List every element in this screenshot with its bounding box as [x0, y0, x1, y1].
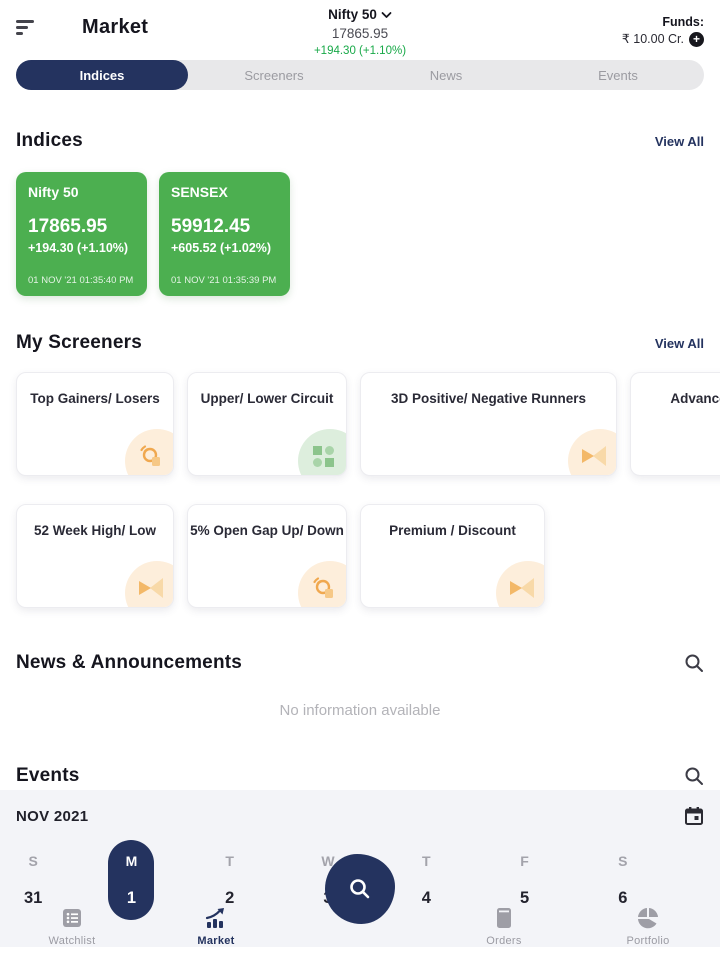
app-header: Market Nifty 50 17865.95 +194.30 (+1.10%… — [0, 0, 720, 58]
events-section-header: Events — [16, 765, 704, 787]
tab-indices[interactable]: Indices — [16, 60, 188, 90]
index-selector[interactable]: Nifty 50 — [328, 7, 392, 24]
index-card-sensex[interactable]: SENSEX 59912.45 +605.52 (+1.02%) 01 NOV … — [159, 172, 290, 296]
tab-news[interactable]: News — [360, 60, 532, 90]
orders-bag-icon — [493, 904, 515, 931]
index-value: 17865.95 — [0, 26, 720, 43]
index-selector-label: Nifty 50 — [328, 7, 377, 24]
indices-title: Indices — [16, 130, 83, 152]
calendar-icon[interactable] — [684, 806, 704, 826]
nav-watchlist[interactable]: Watchlist — [0, 904, 144, 947]
watchlist-list-icon — [60, 904, 84, 931]
nav-portfolio[interactable]: Portfolio — [576, 904, 720, 947]
screeners-title: My Screeners — [16, 332, 142, 354]
calendar-month-label: NOV 2021 — [16, 808, 88, 825]
nav-market[interactable]: Market — [144, 904, 288, 947]
screener-card-advance-decline[interactable]: Advance / D — [630, 372, 720, 476]
tab-events[interactable]: Events — [532, 60, 704, 90]
index-card-value: 17865.95 — [28, 216, 135, 238]
index-card-timestamp: 01 NOV '21 01:35:39 PM — [171, 275, 278, 286]
screener-card-upper-lower-circuit[interactable]: Upper/ Lower Circuit — [187, 372, 347, 476]
bottom-white-strip — [0, 947, 720, 960]
news-empty-message: No information available — [0, 702, 720, 719]
index-card-change: +605.52 (+1.02%) — [171, 241, 278, 255]
screener-card-open-gap[interactable]: 5% Open Gap Up/ Down — [187, 504, 347, 608]
screener-card-52-week[interactable]: 52 Week High/ Low — [16, 504, 174, 608]
index-card-value: 59912.45 — [171, 216, 278, 238]
screener-row-2: 52 Week High/ Low 5% Open Gap Up/ Down P… — [16, 504, 704, 608]
screener-card-label: Advance / D — [670, 391, 720, 475]
index-card-name: SENSEX — [171, 184, 278, 200]
search-fab[interactable] — [325, 854, 395, 924]
index-card-change: +194.30 (+1.10%) — [28, 241, 135, 255]
events-title: Events — [16, 765, 80, 787]
screener-row-1: Top Gainers/ Losers Upper/ Lower Circuit… — [16, 372, 704, 476]
index-card-nifty[interactable]: Nifty 50 17865.95 +194.30 (+1.10%) 01 NO… — [16, 172, 147, 296]
index-change: +194.30 (+1.10%) — [0, 44, 720, 58]
index-card-timestamp: 01 NOV '21 01:35:40 PM — [28, 275, 135, 286]
screeners-section-header: My Screeners View All — [16, 332, 704, 354]
screener-card-premium-discount[interactable]: Premium / Discount — [360, 504, 545, 608]
screener-card-top-gainers[interactable]: Top Gainers/ Losers — [16, 372, 174, 476]
indices-view-all-link[interactable]: View All — [655, 134, 704, 149]
search-icon[interactable] — [684, 653, 704, 673]
screener-card-label: 3D Positive/ Negative Runners — [391, 391, 586, 475]
news-section-header: News & Announcements — [16, 652, 704, 674]
search-icon[interactable] — [684, 766, 704, 786]
market-chart-icon — [203, 904, 229, 931]
portfolio-pie-icon — [636, 904, 660, 931]
tab-screeners[interactable]: Screeners — [188, 60, 360, 90]
screeners-view-all-link[interactable]: View All — [655, 336, 704, 351]
index-card-list: Nifty 50 17865.95 +194.30 (+1.10%) 01 NO… — [16, 172, 704, 296]
screener-card-3d-runners[interactable]: 3D Positive/ Negative Runners — [360, 372, 617, 476]
header-index-summary: Nifty 50 17865.95 +194.30 (+1.10%) — [0, 5, 720, 58]
index-card-name: Nifty 50 — [28, 184, 135, 200]
nav-orders[interactable]: Orders — [432, 904, 576, 947]
market-tabbar: Indices Screeners News Events — [16, 60, 704, 90]
news-title: News & Announcements — [16, 652, 242, 674]
chevron-down-icon — [381, 11, 392, 19]
search-fab-icon — [347, 876, 373, 902]
indices-section-header: Indices View All — [16, 130, 704, 152]
